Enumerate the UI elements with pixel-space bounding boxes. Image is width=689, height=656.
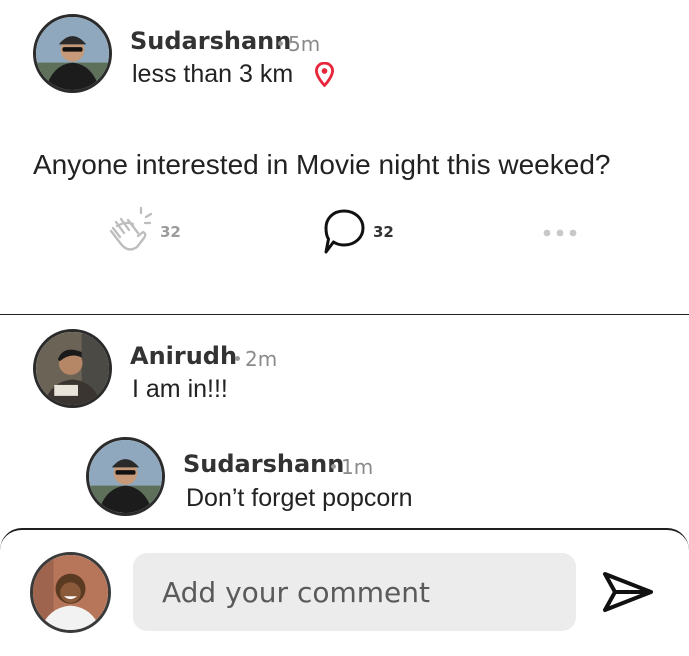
separator-dot (235, 356, 240, 361)
current-user-avatar[interactable] (30, 552, 111, 633)
post-body: Anyone interested in Movie night this we… (33, 149, 611, 180)
comment-time: 2m (245, 347, 278, 371)
post-divider (0, 314, 689, 315)
more-icon[interactable] (541, 226, 581, 238)
post-distance-text: less than 3 km (132, 60, 294, 88)
reply-author-name[interactable]: Sudarshann (183, 450, 344, 478)
reply-author-avatar[interactable] (86, 437, 165, 516)
clap-count: 32 (160, 223, 181, 241)
reply-time: 1m (341, 455, 374, 479)
reply-text: Don’t forget popcorn (186, 484, 413, 512)
clap-button[interactable]: 32 (105, 206, 195, 255)
reply-timestamp: 1m (331, 455, 373, 479)
clap-icon (105, 206, 155, 255)
post-timestamp: 5m (278, 32, 320, 56)
comment-input[interactable] (133, 553, 576, 631)
separator-dot (331, 464, 336, 469)
comment-button[interactable]: 32 (323, 206, 403, 256)
comment-timestamp: 2m (235, 347, 277, 371)
comment-author-name[interactable]: Anirudh (130, 342, 237, 370)
post-author-avatar[interactable] (33, 14, 112, 93)
comment-count: 32 (373, 223, 394, 241)
post-author-name[interactable]: Sudarshann (130, 27, 291, 55)
post-time: 5m (288, 32, 321, 56)
separator-dot (278, 41, 283, 46)
comment-text: I am in!!! (132, 375, 228, 403)
location-pin-icon (314, 61, 335, 88)
comment-author-avatar[interactable] (33, 329, 112, 408)
comment-bubble-icon (323, 206, 367, 256)
post-distance: less than 3 km (132, 60, 293, 89)
send-button[interactable] (599, 570, 655, 614)
send-icon (599, 570, 655, 614)
